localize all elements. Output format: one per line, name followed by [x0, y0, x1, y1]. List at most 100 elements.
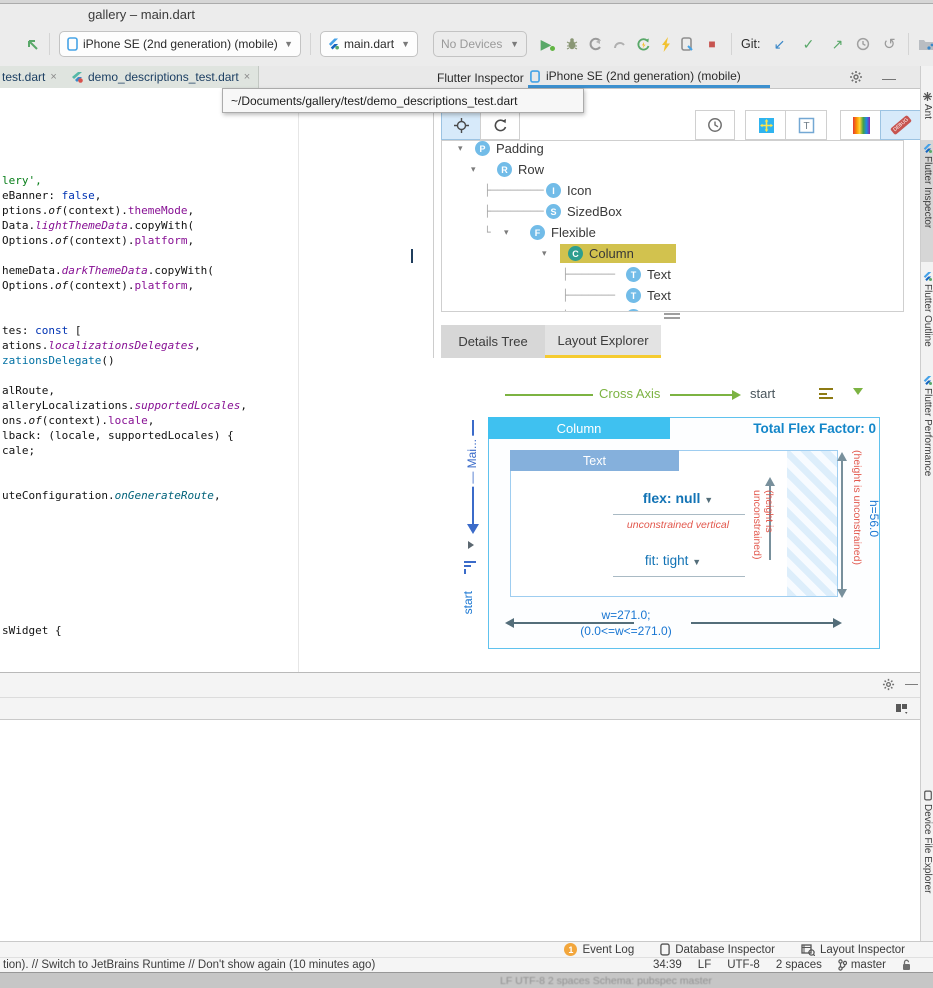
tree-connector: └: [484, 226, 491, 239]
select-widget-mode-button[interactable]: [441, 110, 481, 140]
widget-tree[interactable]: ▾PPadding▾RRow├────────IIcon├────────SSi…: [441, 140, 904, 312]
chevron-down-icon: ▼: [510, 39, 519, 49]
refresh-tree-button[interactable]: [480, 110, 520, 140]
main-axis-label: — Mai...: [465, 436, 479, 487]
code-editor[interactable]: [0, 88, 433, 672]
event-count-badge: 1: [564, 943, 577, 956]
target-device-selector[interactable]: No Devices ▼: [433, 31, 527, 57]
code-line: alRoute,: [2, 383, 55, 398]
lock-icon[interactable]: [902, 959, 911, 971]
database-inspector-button[interactable]: Database Inspector: [660, 943, 775, 956]
tree-row-column[interactable]: ▾CColumn: [442, 243, 903, 264]
tab-test-dart[interactable]: test.dart ×: [0, 66, 66, 88]
flex-value-dropdown[interactable]: flex: null ▼: [618, 490, 738, 506]
tree-row-sizedbox[interactable]: ├────────SSizedBox: [442, 201, 903, 222]
git-rollback-button[interactable]: ↺: [879, 37, 899, 52]
close-icon[interactable]: ×: [50, 71, 56, 83]
window-title: gallery – main.dart: [88, 7, 195, 22]
slow-animations-button[interactable]: [695, 110, 735, 140]
fit-value-dropdown[interactable]: fit: tight ▼: [618, 553, 728, 568]
tab-layout-explorer[interactable]: Layout Explorer: [545, 325, 661, 358]
device-selector[interactable]: iPhone SE (2nd generation) (mobile) ▼: [59, 31, 301, 57]
inspector-panel-title: Flutter Inspector: [437, 71, 524, 85]
project-structure-icon[interactable]: [918, 37, 933, 51]
git-push-button[interactable]: ↗: [827, 37, 847, 51]
run-button[interactable]: ▶: [536, 37, 556, 51]
stop-button[interactable]: ■: [702, 38, 722, 50]
indent-setting[interactable]: 2 spaces: [776, 959, 822, 971]
inspector-settings-gear-icon[interactable]: [849, 70, 863, 84]
main-axis-alignment-value[interactable]: start: [461, 591, 475, 614]
sidebar-tab-label: Ant: [922, 104, 933, 119]
cross-axis-alignment-value[interactable]: start: [750, 386, 775, 401]
debug-banner-button[interactable]: DEBUG: [880, 110, 922, 140]
tree-row-text[interactable]: ├───────TText: [442, 285, 903, 306]
notification-text[interactable]: tion). // Switch to JetBrains Runtime //…: [3, 959, 375, 971]
attach-profiler-button[interactable]: [612, 37, 627, 51]
flutter-attach-icon[interactable]: [24, 36, 40, 52]
flutter-icon: [923, 144, 932, 153]
sidebar-tab-flutter-inspector[interactable]: Flutter Inspector: [921, 140, 933, 262]
chevron-down-icon: ▼: [692, 557, 701, 567]
branch-icon: [838, 959, 847, 971]
tree-row-row[interactable]: ▾RRow: [442, 159, 903, 180]
tree-row-clipped[interactable]: │T: [442, 306, 903, 312]
main-alignment-icon[interactable]: [464, 561, 476, 574]
text-widget-header[interactable]: Text: [510, 450, 679, 471]
tree-row-text[interactable]: ├───────TText: [442, 264, 903, 285]
line-separator[interactable]: LF: [698, 959, 711, 971]
tree-row-padding[interactable]: ▾PPadding: [442, 140, 903, 159]
chevron-down-icon[interactable]: ▾: [542, 248, 547, 259]
git-branch-widget[interactable]: master: [838, 959, 886, 971]
hot-reload-button[interactable]: [660, 37, 672, 52]
event-log-button[interactable]: 1 Event Log: [564, 943, 634, 956]
tree-row-icon[interactable]: ├────────IIcon: [442, 180, 903, 201]
splitter-handle[interactable]: [664, 313, 680, 315]
sidebar-tab-label: Flutter Outline: [922, 284, 933, 347]
file-encoding[interactable]: UTF-8: [727, 959, 760, 971]
code-line: eBanner: false,: [2, 188, 101, 203]
close-icon[interactable]: ×: [244, 71, 250, 83]
highlight-repaints-button[interactable]: [840, 110, 882, 140]
caret-position[interactable]: 34:39: [653, 959, 682, 971]
profile-button[interactable]: [588, 37, 603, 51]
chevron-down-icon[interactable]: ▾: [458, 143, 463, 154]
splitter-handle[interactable]: [664, 317, 680, 319]
height-value-label: h=56.0: [867, 500, 881, 537]
code-line: ons.of(context).locale,: [2, 413, 154, 428]
git-update-button[interactable]: ↙: [769, 37, 789, 51]
tab-details-tree[interactable]: Details Tree: [441, 325, 546, 358]
run-config-selector[interactable]: main.dart ▼: [320, 31, 418, 57]
chevron-down-icon[interactable]: ▾: [471, 164, 476, 175]
chevron-down-icon[interactable]: ▾: [504, 227, 509, 238]
hide-panel-icon[interactable]: —: [882, 70, 896, 86]
free-space-hatch: [787, 451, 837, 596]
column-widget-header[interactable]: Column: [488, 417, 670, 439]
inspector-device-tab[interactable]: iPhone SE (2nd generation) (mobile): [530, 69, 741, 83]
width-arrowhead-left: [505, 618, 514, 628]
widget-label: Padding: [496, 141, 544, 156]
alignment-icon[interactable]: [819, 388, 833, 399]
tab-demo-descriptions-test-dart[interactable]: demo_descriptions_test.dart ×: [63, 66, 259, 88]
layout-inspector-button[interactable]: Layout Inspector: [801, 944, 905, 956]
hot-restart-button[interactable]: [636, 37, 651, 52]
sidebar-tab-ant[interactable]: Ant: [921, 88, 933, 134]
status-bar: tion). // Switch to JetBrains Runtime //…: [0, 957, 933, 973]
git-history-button[interactable]: [856, 37, 870, 51]
widget-label: SizedBox: [567, 204, 622, 219]
show-baselines-button[interactable]: T: [785, 110, 827, 140]
debug-button[interactable]: [565, 37, 579, 51]
sidebar-tab-device-file-explorer[interactable]: Device File Explorer: [921, 786, 933, 938]
git-commit-button[interactable]: ✓: [798, 37, 818, 51]
show-guidelines-button[interactable]: [745, 110, 787, 140]
sidebar-tab-flutter-outline[interactable]: Flutter Outline: [921, 268, 933, 366]
tree-row-flexible[interactable]: └▾FFlexible: [442, 222, 903, 243]
widget-type-badge: T: [626, 267, 641, 282]
layout-settings-icon[interactable]: [895, 702, 911, 715]
hide-panel-icon[interactable]: —: [905, 676, 918, 691]
panel-settings-gear-icon[interactable]: [882, 678, 895, 691]
chevron-down-icon[interactable]: [853, 388, 863, 395]
expander-triangle-icon[interactable]: [468, 541, 474, 549]
open-devtools-button[interactable]: [681, 37, 693, 52]
sidebar-tab-flutter-performance[interactable]: Flutter Performance: [921, 372, 933, 504]
